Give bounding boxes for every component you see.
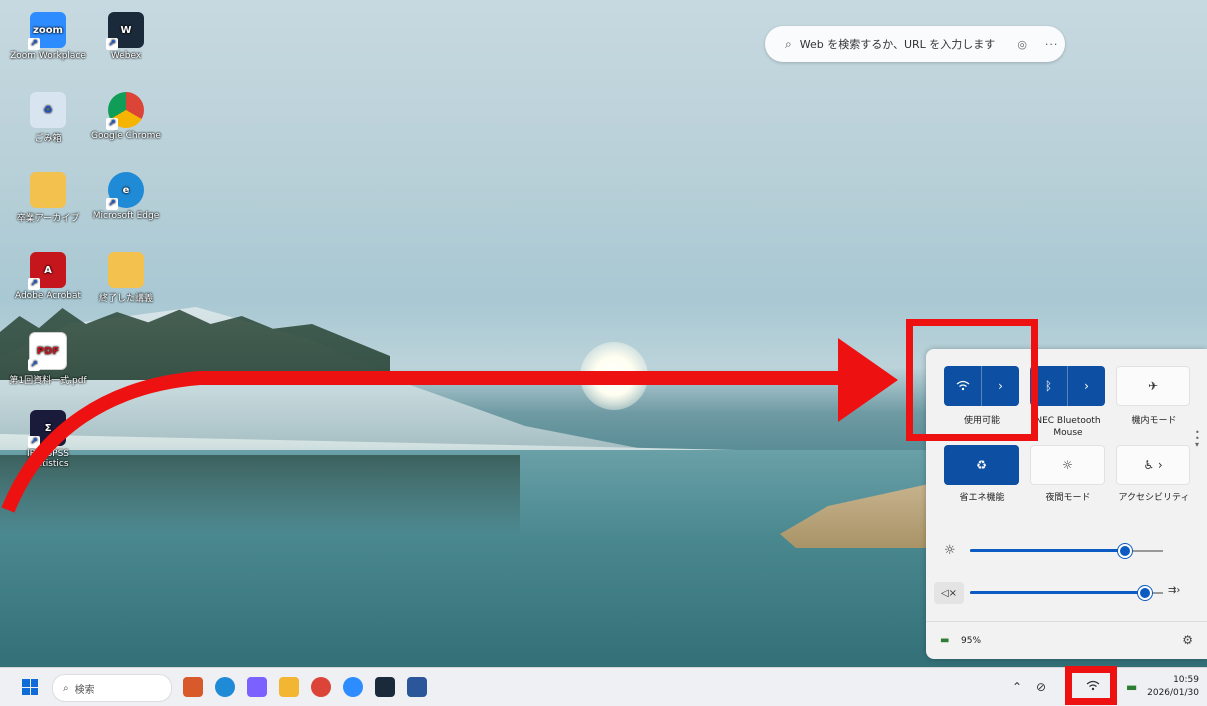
search-icon: ⌕ [63, 682, 69, 694]
shortcut-arrow-icon: ↗ [28, 436, 40, 448]
accessibility-icon: ♿ › [1143, 458, 1163, 472]
shortcut-arrow-icon: ↗ [106, 38, 118, 50]
desktop-icon-label: 卒業アーカイブ [16, 214, 80, 224]
energy-saver-tile[interactable]: ♻ [944, 445, 1019, 485]
desktop-icon-label: Microsoft Edge [92, 211, 160, 221]
volume-slider-thumb[interactable] [1137, 586, 1152, 600]
word-icon[interactable] [407, 677, 427, 697]
desktop-icon-label: Adobe Acrobat [14, 291, 82, 301]
desktop-icon[interactable]: A ↗ Adobe Acrobat [6, 252, 90, 301]
wallpaper-sun [580, 342, 648, 410]
shortcut-arrow-icon: ↗ [28, 278, 40, 290]
pdf-icon: PDF ↗ [28, 332, 67, 371]
clock-date: 2026/01/30 [1147, 688, 1199, 698]
clock-time: 10:59 [1173, 675, 1199, 685]
shortcut-arrow-icon: ↗ [28, 38, 40, 50]
desktop-icon[interactable]: 卒業アーカイブ [6, 172, 90, 224]
night-light-tile-label: 夜間モード [1045, 493, 1091, 503]
gear-icon[interactable]: ⚙ [1182, 633, 1193, 647]
folder-icon [108, 252, 144, 288]
edge-icon: e ↗ [106, 172, 144, 210]
search-icon: ⌕ [785, 36, 792, 51]
taskbar-search-placeholder: 検索 [74, 684, 95, 696]
shortcut-arrow-icon: ↗ [106, 118, 118, 130]
chevron-up-icon[interactable]: ⌃ [1012, 680, 1022, 694]
speaker-muted-icon[interactable]: ◁× [934, 582, 964, 604]
airplane-tile-label: 機内モード [1131, 416, 1177, 426]
taskbar: ⌕ 検索 ⌃ ⊘ ▬ 10:59 2026/01/30 [0, 667, 1207, 706]
desktop-icon-label: 終了した講義 [98, 294, 153, 304]
chrome-icon[interactable] [311, 677, 331, 697]
battery-percentage: 95% [961, 636, 982, 646]
airplane-mode-tile[interactable]: ✈ [1116, 366, 1190, 406]
desktop-icon-label: Webex [110, 51, 142, 61]
bluetooth-tile-label: NEC Bluetooth Mouse [1035, 416, 1101, 438]
chrome-icon: ↗ [106, 92, 144, 130]
annotation-box-wifi-tile [906, 319, 1038, 441]
desktop-icon[interactable]: e ↗ Microsoft Edge [84, 172, 168, 221]
bluetooth-chevron-right-icon[interactable]: › [1067, 366, 1105, 406]
battery-icon[interactable]: ▬ [1126, 680, 1137, 694]
desktop-icon-label: 第1回資料一式.pdf [9, 376, 87, 386]
desktop-icon[interactable]: W ↗ Webex [84, 12, 168, 61]
bluetooth-toggle-tile[interactable]: ᛒ › [1030, 366, 1105, 406]
widget-icon[interactable] [183, 677, 203, 697]
desktop-icon[interactable]: ↗ Google Chrome [84, 92, 168, 141]
brightness-icon: ☼ [944, 543, 956, 558]
webex-icon[interactable] [375, 677, 395, 697]
taskbar-search-box[interactable]: ⌕ 検索 [52, 674, 172, 702]
quick-settings-footer: ▬ 95% ⚙ [926, 621, 1207, 660]
accessibility-tile[interactable]: ♿ › [1116, 445, 1190, 485]
shortcut-arrow-icon: ↗ [28, 359, 40, 371]
desktop-icon-label: Google Chrome [91, 131, 161, 141]
night-light-tile[interactable]: ☼ [1030, 445, 1105, 485]
brightness-fill [970, 549, 1125, 552]
desktop-icon-label: IBM SPSS Statistics [26, 449, 70, 469]
acrobat-icon: A ↗ [28, 252, 66, 290]
edge-icon[interactable] [215, 677, 235, 697]
folder-icon[interactable] [279, 677, 299, 697]
start-button[interactable] [22, 679, 38, 695]
audio-output-icon[interactable]: ⇉› [1168, 585, 1180, 596]
visual-search-icon[interactable]: ◎ [1017, 38, 1027, 51]
desktop-icon[interactable]: Σ ↗ IBM SPSS Statistics [6, 410, 90, 469]
desktop-icon-label: ごみ箱 [34, 134, 62, 144]
more-options-button[interactable]: ··· [1045, 38, 1059, 51]
zoom-icon: zoom ↗ [28, 12, 66, 50]
web-search-placeholder: Web を検索するか、URL を入力します [799, 38, 996, 51]
taskbar-clock[interactable]: 10:59 2026/01/30 [1147, 674, 1199, 700]
desktop-icon[interactable]: PDF ↗ 第1回資料一式.pdf [6, 332, 90, 386]
night-light-icon: ☼ [1062, 458, 1073, 472]
battery-icon: ▬ [940, 635, 950, 646]
volume-fill [970, 591, 1144, 594]
accessibility-tile-label: アクセシビリティ [1118, 493, 1190, 503]
desktop-icon[interactable]: 終了した講義 [84, 252, 168, 304]
energy-saver-icon: ♻ [976, 458, 987, 472]
folder-icon [30, 172, 66, 208]
energy-saver-tile-label: 省エネ機能 [959, 493, 1005, 503]
copilot-icon[interactable] [247, 677, 267, 697]
web-search-box[interactable]: ⌕ Web を検索するか、URL を入力します ◎ ··· [765, 26, 1065, 62]
desktop-icon-label: Zoom Workplace [10, 51, 86, 61]
desktop-icon[interactable]: zoom ↗ Zoom Workplace [6, 12, 90, 61]
recycle-bin-icon: ♻ [30, 92, 66, 128]
zoom-icon[interactable] [343, 677, 363, 697]
page-dots-icon[interactable]: • • ▾ [1195, 429, 1200, 449]
mute-icon[interactable]: ⊘ [1036, 680, 1046, 694]
shortcut-arrow-icon: ↗ [106, 198, 118, 210]
desktop-icon[interactable]: ♻ ごみ箱 [6, 92, 90, 144]
annotation-box-wifi-tray [1065, 666, 1117, 705]
airplane-icon: ✈ [1147, 379, 1159, 393]
spss-icon: Σ ↗ [28, 410, 66, 448]
webex-icon: W ↗ [106, 12, 144, 50]
